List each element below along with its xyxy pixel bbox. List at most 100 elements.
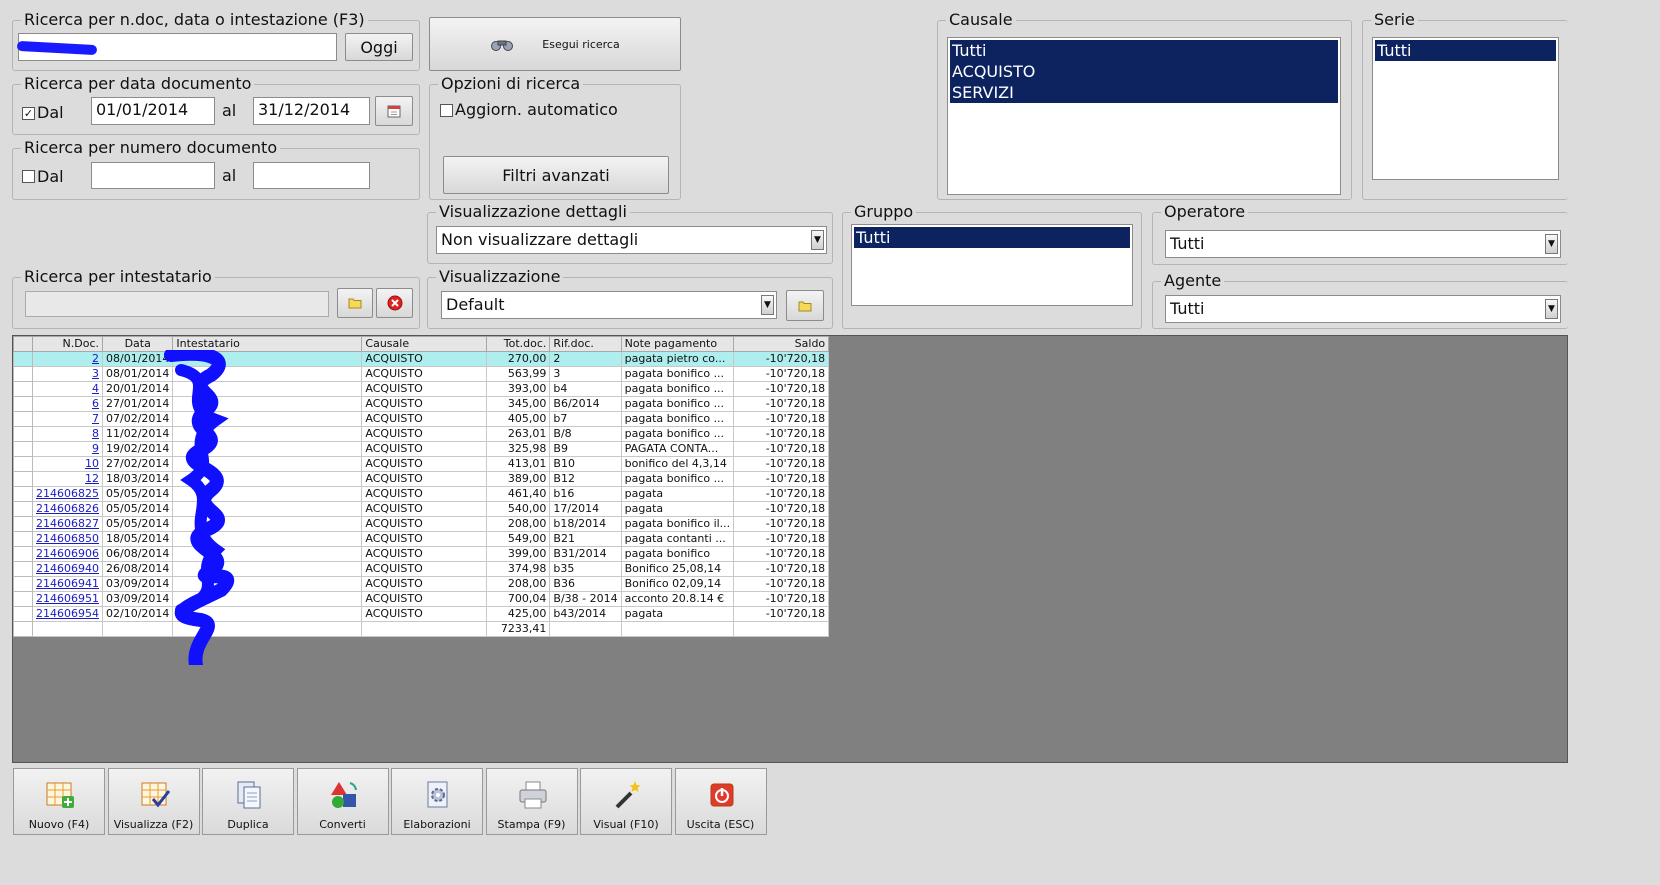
view-button[interactable]: Visualizza (F2)	[107, 768, 200, 835]
serie-item-tutti[interactable]: Tutti	[1375, 40, 1556, 61]
number-from-checkbox[interactable]	[22, 170, 35, 183]
chevron-down-icon[interactable]: ▼	[1545, 299, 1558, 319]
detail-view-select[interactable]: Non visualizzare dettagli ▼	[436, 226, 827, 254]
ndoc-link[interactable]: 214606827	[36, 518, 99, 531]
row-selector[interactable]	[13, 576, 33, 592]
row-selector[interactable]	[13, 411, 33, 427]
table-row[interactable]: 214606825 05/05/2014 ACQUISTO 461,40 b16 paga…	[13, 486, 830, 502]
ndoc-link[interactable]: 214606951	[36, 593, 99, 606]
row-selector[interactable]	[13, 456, 33, 472]
row-selector[interactable]	[13, 591, 33, 607]
row-selector[interactable]	[13, 471, 33, 487]
row-selector[interactable]	[13, 396, 33, 412]
ndoc-link[interactable]: 214606941	[36, 578, 99, 591]
col-header-intestatario[interactable]: Intestatario	[172, 336, 363, 352]
auto-update-checkbox[interactable]	[440, 104, 453, 117]
row-selector[interactable]	[13, 606, 33, 622]
table-row[interactable]: 214606826 05/05/2014 ACQUISTO 540,00 17/2014…	[13, 501, 830, 517]
causale-list[interactable]: Tutti ACQUISTO SERVIZI	[947, 37, 1341, 195]
row-selector[interactable]	[13, 531, 33, 547]
documents-grid[interactable]: N.Doc. Data Intestatario Causale Tot.doc…	[13, 336, 830, 637]
row-selector[interactable]	[13, 546, 33, 562]
calendar-button[interactable]	[375, 96, 413, 126]
table-row[interactable]: 214606850 18/05/2014 ACQUISTO 549,00 B21 paga…	[13, 531, 830, 547]
owner-browse-button[interactable]	[337, 288, 373, 318]
ndoc-link[interactable]: 2	[92, 353, 99, 366]
table-row[interactable]: 7 07/02/2014 ACQUISTO 405,00 b7 pagata bonifi…	[13, 411, 830, 427]
owner-input[interactable]	[25, 291, 329, 317]
table-row[interactable]: 8 11/02/2014 ACQUISTO 263,01 B/8 pagata bonif…	[13, 426, 830, 442]
view-select[interactable]: Default ▼	[441, 291, 777, 319]
row-selector[interactable]	[13, 561, 33, 577]
causale-item-acquisto[interactable]: ACQUISTO	[950, 61, 1338, 82]
table-row[interactable]: 214606941 03/09/2014 ACQUISTO 208,00 B36 Boni…	[13, 576, 830, 592]
row-selector[interactable]	[13, 366, 33, 382]
table-row[interactable]: 4 20/01/2014 ACQUISTO 393,00 b4 pagata bonifi…	[13, 381, 830, 397]
row-selector[interactable]	[13, 486, 33, 502]
ndoc-link[interactable]: 214606940	[36, 563, 99, 576]
print-button[interactable]: Stampa (F9)	[485, 768, 578, 835]
row-selector[interactable]	[13, 441, 33, 457]
table-row[interactable]: 214606906 06/08/2014 ACQUISTO 399,00 B31/201…	[13, 546, 830, 562]
table-row[interactable]: 9 19/02/2014 ACQUISTO 325,98 B9 PAGATA CONTA.…	[13, 441, 830, 457]
col-header-rifdoc[interactable]: Rif.doc.	[549, 336, 622, 352]
ndoc-link[interactable]: 214606826	[36, 503, 99, 516]
ndoc-link[interactable]: 4	[92, 383, 99, 396]
serie-list[interactable]: Tutti	[1372, 37, 1559, 180]
visual-button[interactable]: Visual (F10)	[580, 768, 672, 835]
number-from-input[interactable]	[91, 162, 215, 189]
ndoc-link[interactable]: 214606906	[36, 548, 99, 561]
exit-button[interactable]: Uscita (ESC)	[674, 768, 767, 835]
col-header-data[interactable]: Data	[101, 336, 174, 352]
convert-button[interactable]: Converti	[296, 768, 389, 835]
table-row[interactable]: 12 18/03/2014 ACQUISTO 389,00 B12 pagata boni…	[13, 471, 830, 487]
owner-clear-button[interactable]	[376, 288, 413, 318]
new-button[interactable]: Nuovo (F4)	[13, 768, 105, 835]
col-header-saldo[interactable]: Saldo	[733, 336, 830, 352]
col-header-causale[interactable]: Causale	[361, 336, 488, 352]
col-header-ndoc[interactable]: N.Doc.	[32, 336, 103, 352]
row-selector[interactable]	[13, 501, 33, 517]
row-selector[interactable]	[13, 381, 33, 397]
ndoc-link[interactable]: 6	[92, 398, 99, 411]
table-row[interactable]: 2 08/01/2014 ACQUISTO 270,00 2 pagata pietro …	[13, 351, 830, 367]
chevron-down-icon[interactable]: ▼	[761, 295, 774, 315]
table-row[interactable]: 214606940 26/08/2014 ACQUISTO 374,98 b35 Boni…	[13, 561, 830, 577]
row-selector[interactable]	[13, 426, 33, 442]
ndoc-link[interactable]: 7	[92, 413, 99, 426]
row-selector[interactable]	[13, 516, 33, 532]
chevron-down-icon[interactable]: ▼	[1545, 234, 1558, 254]
gruppo-list[interactable]: Tutti	[851, 224, 1133, 306]
ndoc-link[interactable]: 214606850	[36, 533, 99, 546]
ndoc-link[interactable]: 214606825	[36, 488, 99, 501]
causale-item-tutti[interactable]: Tutti	[950, 40, 1338, 61]
ndoc-link[interactable]: 12	[85, 473, 99, 486]
ndoc-link[interactable]: 8	[92, 428, 99, 441]
ndoc-link[interactable]: 10	[85, 458, 99, 471]
ndoc-link[interactable]: 9	[92, 443, 99, 456]
date-to-input[interactable]: 31/12/2014	[253, 97, 370, 125]
execute-search-button[interactable]: Esegui ricerca	[429, 17, 681, 71]
table-row[interactable]: 214606951 03/09/2014 ACQUISTO 700,04 B/38 - …	[13, 591, 830, 607]
date-from-input[interactable]: 01/01/2014	[91, 97, 215, 125]
table-row[interactable]: 6 27/01/2014 ACQUISTO 345,00 B6/2014 pagata b…	[13, 396, 830, 412]
table-row[interactable]: 3 08/01/2014 ACQUISTO 563,99 3 pagata bonific…	[13, 366, 830, 382]
ndoc-link[interactable]: 214606954	[36, 608, 99, 621]
agente-select[interactable]: Tutti ▼	[1165, 295, 1561, 323]
causale-item-servizi[interactable]: SERVIZI	[950, 82, 1338, 103]
table-row[interactable]: 214606827 05/05/2014 ACQUISTO 208,00 b18/201…	[13, 516, 830, 532]
chevron-down-icon[interactable]: ▼	[811, 230, 824, 250]
gruppo-item-tutti[interactable]: Tutti	[854, 227, 1130, 248]
date-from-checkbox[interactable]: ✓	[22, 107, 35, 120]
table-row[interactable]: 214606954 02/10/2014 ACQUISTO 425,00 b43/201…	[13, 606, 830, 622]
number-to-input[interactable]	[253, 162, 370, 189]
view-folder-button[interactable]	[786, 290, 824, 321]
duplicate-button[interactable]: Duplica	[202, 768, 294, 835]
process-button[interactable]: Elaborazioni	[391, 768, 483, 835]
advanced-filters-button[interactable]: Filtri avanzati	[443, 156, 669, 194]
operatore-select[interactable]: Tutti ▼	[1165, 230, 1561, 258]
table-row[interactable]: 10 27/02/2014 ACQUISTO 413,01 B10 bonifico de…	[13, 456, 830, 472]
ndoc-link[interactable]: 3	[92, 368, 99, 381]
today-button[interactable]: Oggi	[345, 33, 413, 61]
col-header-totdoc[interactable]: Tot.doc.	[486, 336, 551, 352]
